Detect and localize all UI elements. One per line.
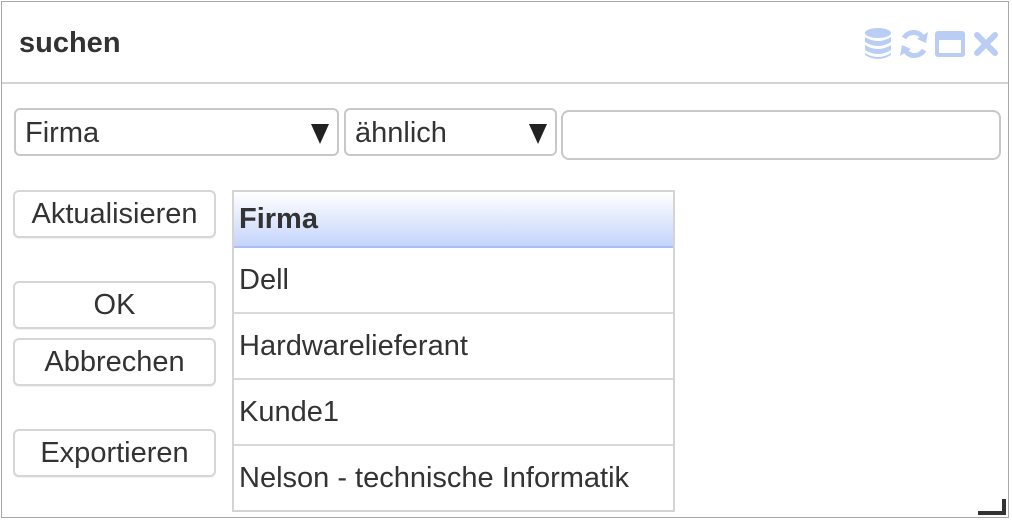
cancel-button[interactable]: Abbrechen (13, 338, 216, 386)
table-row[interactable]: Hardwarelieferant (234, 314, 673, 380)
search-input[interactable] (561, 110, 1001, 160)
resize-handle[interactable] (978, 499, 1006, 515)
operator-select-value: ähnlich (355, 117, 447, 149)
dialog-titlebar[interactable]: suchen (2, 2, 1008, 84)
chevron-down-icon (311, 124, 329, 144)
dialog-title: suchen (19, 27, 121, 59)
titlebar-icons (862, 26, 1002, 62)
table-row[interactable]: Nelson - technische Informatik (234, 446, 673, 510)
field-select[interactable]: Firma (14, 108, 339, 156)
search-dialog: suchen Firma ähnlich Aktualisieren OK Ab… (1, 1, 1009, 518)
export-button[interactable]: Exportieren (13, 429, 216, 477)
window-icon[interactable] (934, 27, 966, 61)
refresh-icon[interactable] (898, 27, 930, 61)
results-grid: Firma Dell Hardwarelieferant Kunde1 Nels… (232, 190, 675, 512)
refresh-button[interactable]: Aktualisieren (13, 190, 216, 238)
ok-button[interactable]: OK (13, 281, 216, 329)
table-row[interactable]: Dell (234, 248, 673, 314)
column-header-firma[interactable]: Firma (234, 192, 673, 248)
table-row[interactable]: Kunde1 (234, 380, 673, 446)
chevron-down-icon (529, 124, 547, 144)
close-icon[interactable] (970, 27, 1002, 61)
operator-select[interactable]: ähnlich (344, 108, 557, 156)
field-select-value: Firma (25, 117, 100, 149)
database-icon[interactable] (862, 27, 894, 61)
